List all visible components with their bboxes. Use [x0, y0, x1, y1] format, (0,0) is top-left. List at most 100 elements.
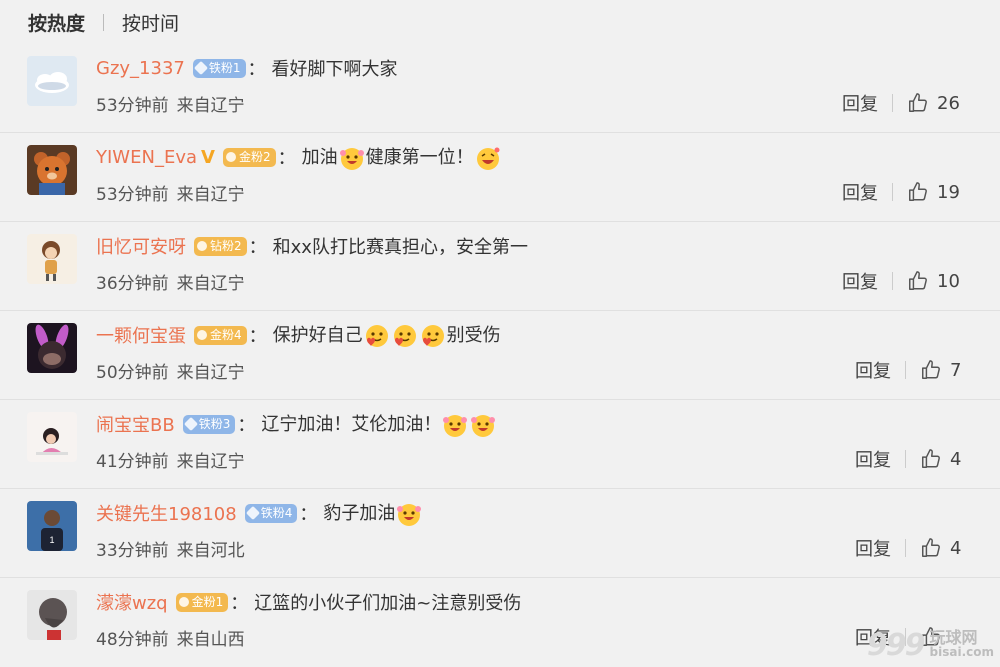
like-count: 4 [950, 448, 962, 470]
site-watermark: 999 玩球网 bisai.com [867, 625, 994, 665]
comment-content: 保护好自己 别受伤 [273, 321, 501, 349]
comment-text: 豹子加油 [323, 503, 396, 524]
username-link[interactable]: 闹宝宝BB [96, 411, 175, 437]
like-button[interactable]: 10 [907, 270, 960, 292]
like-button[interactable]: 7 [920, 359, 961, 381]
comment-time: 48分钟前 [96, 629, 169, 650]
cheer-emoji [470, 412, 496, 438]
reply-button[interactable]: 回复 [842, 268, 878, 294]
colon-separator: ： [277, 148, 296, 169]
colon-separator: ： [299, 504, 318, 525]
girl-avatar[interactable] [27, 234, 77, 284]
colon-separator: ： [237, 415, 256, 436]
username-link[interactable]: 濛濛wzq [96, 589, 168, 615]
comment-text: 看好脚下啊大家 [271, 59, 398, 80]
heart-face-emoji [364, 323, 390, 349]
reply-button[interactable]: 回复 [842, 179, 878, 205]
like-button[interactable]: 26 [907, 92, 960, 114]
comment-time: 53分钟前 [96, 95, 169, 116]
username-link[interactable]: Gzy_1337 [96, 58, 185, 79]
comment-location: 来自辽宁 [176, 362, 245, 383]
username-link[interactable]: 一颗何宝蛋 [96, 322, 186, 348]
heart-face-emoji [420, 323, 446, 349]
username-link[interactable]: 关键先生198108 [96, 500, 237, 526]
fan-badge[interactable]: 金粉4 [194, 325, 247, 345]
colon-separator: ： [248, 326, 267, 347]
thumbs-up-icon [907, 181, 937, 203]
tab-sort-time[interactable]: 按时间 [122, 9, 179, 36]
fan-badge-label: 金粉4 [210, 327, 242, 342]
action-divider [905, 361, 906, 379]
like-count: 10 [937, 270, 960, 292]
comment-content: 加油 健康第一位！ [302, 143, 502, 171]
comment-item: YIWEN_Eva V 金粉2 ： 加油 健康第一位！ 53分钟前 来自辽宁 回复 19 [0, 133, 1000, 222]
hair-avatar[interactable] [27, 590, 77, 640]
like-button[interactable]: 4 [920, 448, 961, 470]
cheer-emoji [396, 501, 422, 527]
comment-location: 来自辽宁 [176, 273, 245, 294]
thumbs-up-icon [907, 92, 937, 114]
fan-badge[interactable]: 金粉1 [175, 592, 229, 612]
thumbs-up-icon [920, 537, 950, 559]
action-divider [892, 272, 893, 290]
fan-badge-label: 铁粉3 [198, 416, 231, 431]
comment-list: Gzy_1337 铁粉1：看好脚下啊大家 53分钟前 来自辽宁 回复 26 YIWEN_Ev… [0, 44, 1000, 667]
comment-time: 50分钟前 [96, 362, 169, 383]
comment-text: 和xx队打比赛真担心，安全第一 [272, 237, 528, 258]
reply-button[interactable]: 回复 [855, 535, 891, 561]
comment-location: 来自辽宁 [176, 95, 245, 116]
fan-badge[interactable]: 钻粉2 [194, 236, 247, 256]
reply-button[interactable]: 回复 [842, 90, 878, 116]
fan-badge-label: 金粉2 [238, 149, 271, 164]
fan-badge-label: 铁粉4 [260, 505, 293, 520]
fan-badge[interactable]: 金粉2 [222, 147, 276, 167]
comment-location: 来自辽宁 [176, 184, 245, 205]
tab-sort-hot[interactable]: 按热度 [28, 9, 85, 36]
fan-badge-label: 金粉1 [191, 594, 224, 609]
comment-item: Gzy_1337 铁粉1 ：看好脚下啊大家 53分钟前 来自辽宁 回复 26 [0, 44, 1000, 133]
colon-separator: ： [230, 593, 249, 614]
comment-item: 闹宝宝BB 铁粉3 ：辽宁加油！艾伦加油！ 41分钟前 来自辽宁 回复 4 [0, 400, 1000, 489]
action-divider [892, 183, 893, 201]
bunny-avatar[interactable] [27, 323, 77, 373]
comment-content: 辽篮的小伙子们加油~注意别受伤 [254, 589, 521, 615]
comment-content: 辽宁加油！艾伦加油！ [261, 410, 497, 438]
comment-text: 加油 [301, 147, 338, 168]
like-button[interactable]: 19 [907, 181, 960, 203]
colon-separator: ： [248, 237, 267, 258]
player-avatar[interactable]: 1 [27, 501, 77, 551]
thumbs-up-icon [920, 359, 950, 381]
fan-badge[interactable]: 铁粉1 [192, 58, 246, 78]
username-link[interactable]: 旧忆可安呀 [96, 233, 186, 259]
fan-badge[interactable]: 铁粉4 [244, 503, 298, 523]
sort-bar: 按热度 按时间 [28, 6, 179, 38]
heart-face-emoji [392, 323, 418, 349]
comment-time: 33分钟前 [96, 540, 169, 561]
comment-time: 53分钟前 [96, 184, 169, 205]
colon-separator: ： [247, 59, 266, 80]
comment-time: 41分钟前 [96, 451, 169, 472]
reply-button[interactable]: 回复 [855, 357, 891, 383]
comment-item: 1 关键先生198108 铁粉4 ：豹子加油 33分钟前 来自河北 回复 4 [0, 489, 1000, 578]
reply-button[interactable]: 回复 [855, 446, 891, 472]
fan-badge-icon [245, 505, 260, 521]
fan-badge-icon [178, 597, 189, 607]
watermark-number: 999 [866, 627, 926, 663]
bear-avatar[interactable] [27, 145, 77, 195]
fan-badge-label: 铁粉1 [208, 60, 241, 75]
comment-item: 旧忆可安呀 钻粉2 ：和xx队打比赛真担心，安全第一 36分钟前 来自辽宁 回复 10 [0, 222, 1000, 311]
action-divider [892, 94, 893, 112]
fan-badge-icon [225, 152, 236, 162]
watermark-en: bisai.com [929, 645, 994, 659]
cheer-emoji [339, 145, 365, 171]
kid-avatar[interactable] [27, 412, 77, 462]
cloud-avatar[interactable] [27, 56, 77, 106]
like-button[interactable]: 4 [920, 537, 961, 559]
username-link[interactable]: YIWEN_Eva [96, 147, 197, 168]
svg-text:1: 1 [49, 535, 54, 545]
comment-location: 来自辽宁 [176, 451, 245, 472]
comment-text: 辽篮的小伙子们加油~注意别受伤 [254, 593, 522, 614]
fan-badge[interactable]: 铁粉3 [182, 414, 236, 434]
fan-badge-icon [197, 330, 207, 340]
verified-icon: V [201, 146, 215, 168]
